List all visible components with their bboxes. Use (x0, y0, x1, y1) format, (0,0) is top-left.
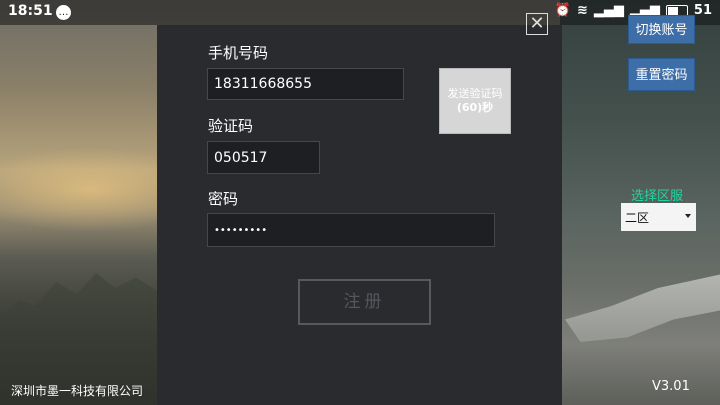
status-bar: 18:51 … ⏰ ≋ ▂▄▆ ▂▄▆ 51 (0, 0, 720, 25)
phone-label: 手机号码 (208, 44, 269, 62)
code-label: 验证码 (208, 117, 254, 135)
zone-select[interactable]: 二区 (621, 203, 696, 231)
close-icon: ✕ (529, 13, 545, 34)
reset-password-button[interactable]: 重置密码 (628, 58, 695, 91)
message-icon: … (56, 5, 71, 20)
signal-icon: ▂▄▆ (593, 3, 624, 18)
password-input[interactable]: ••••••••• (207, 213, 495, 247)
password-label: 密码 (208, 190, 239, 208)
close-button[interactable]: ✕ (526, 13, 548, 35)
zone-value: 二区 (625, 210, 650, 225)
battery-level: 51 (693, 3, 712, 18)
status-time: 18:51 (8, 3, 53, 19)
wifi-icon: ≋ (577, 3, 588, 18)
dropdown-arrow-icon (685, 214, 691, 218)
switch-account-button[interactable]: 切换账号 (628, 15, 695, 44)
code-input[interactable]: 050517 (207, 141, 320, 174)
send-code-label: 发送验证码 (447, 87, 503, 100)
alarm-icon: ⏰ (554, 3, 571, 18)
phone-input[interactable]: 18311668655 (207, 68, 404, 100)
register-button[interactable]: 注册 (298, 279, 431, 325)
version-label: V3.01 (652, 379, 690, 394)
select-zone-label: 选择区服 (631, 189, 684, 204)
send-code-countdown: (60)秒 (456, 101, 494, 114)
company-name: 深圳市墨一科技有限公司 (11, 384, 144, 398)
send-code-button[interactable]: 发送验证码 (60)秒 (439, 68, 511, 134)
